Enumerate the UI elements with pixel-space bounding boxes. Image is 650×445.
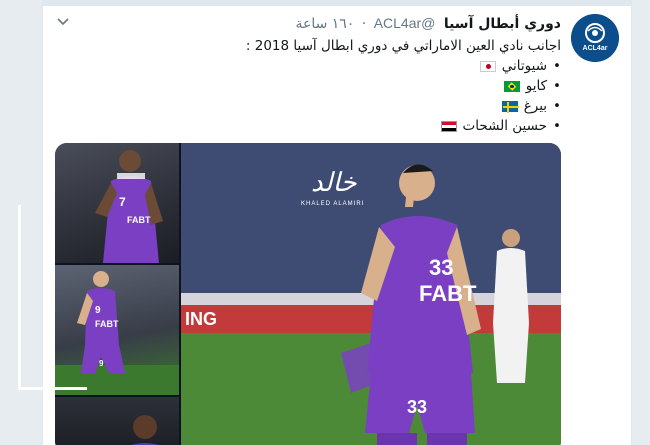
thumbnail-player-portrait xyxy=(55,397,179,445)
sponsor-logo: FABT xyxy=(95,319,119,329)
sponsor-logo: FABT xyxy=(419,281,477,306)
jersey-number: 33 xyxy=(429,255,454,280)
tweet-header: دوري أبطال آسيا @ACL4ar · ١٦٠ ساعة xyxy=(295,12,561,34)
player-figure-icon xyxy=(131,415,159,445)
jersey-number: 7 xyxy=(119,195,126,209)
timeline-divider xyxy=(43,0,631,6)
tweet-text: اجانب نادي العين الاماراتي في دوري ابطال… xyxy=(111,36,561,136)
tweet-intro: اجانب نادي العين الاماراتي في دوري ابطال… xyxy=(111,36,561,56)
player-name: شيوتاني xyxy=(501,58,548,74)
intro-text: اجانب نادي العين الاماراتي في دوري ابطال… xyxy=(245,38,561,54)
player-name: بيرغ xyxy=(523,98,548,114)
player-name: كايو xyxy=(525,78,548,94)
brazil-flag-icon xyxy=(503,80,520,92)
sweden-flag-icon xyxy=(501,100,519,113)
acl-logo-icon xyxy=(571,14,619,62)
player-line: • حسين الشحات xyxy=(111,116,561,136)
svg-text:خالد: خالد xyxy=(311,168,357,198)
stadium-scene-icon: خالد xyxy=(181,143,561,445)
avatar-label: ACL4ar xyxy=(582,45,608,52)
photographer-watermark: KHALED ALAMIRI xyxy=(301,201,365,207)
jersey-number: 9 xyxy=(95,305,101,316)
shorts-number: 33 xyxy=(407,397,428,417)
japan-flag-icon xyxy=(479,60,496,72)
stadium-banner-text: ING xyxy=(185,309,218,329)
bullet: • xyxy=(553,78,561,94)
bullet: • xyxy=(553,98,561,114)
avatar[interactable]: ACL4ar xyxy=(571,14,619,62)
player-line: • بيرغ xyxy=(111,96,561,116)
sponsor-logo: FABT xyxy=(127,215,151,225)
bullet: • xyxy=(553,118,561,134)
tweet-timestamp[interactable]: ١٦٠ ساعة xyxy=(295,16,354,32)
user-handle[interactable]: @ACL4ar xyxy=(374,15,436,31)
main-player-photo: خالد KHALED ALAMIRI 33 FABT 33 ING xyxy=(181,143,561,445)
tweet-card[interactable]: ACL4ar دوري أبطال آسيا @ACL4ar · ١٦٠ ساع… xyxy=(42,0,632,445)
egypt-flag-icon xyxy=(440,120,457,132)
selection-overlay xyxy=(18,205,87,390)
shorts-number: 9 xyxy=(99,359,104,368)
player-name: حسين الشحات xyxy=(462,118,548,134)
player-line: • شيوتاني xyxy=(111,56,561,76)
chevron-down-icon[interactable] xyxy=(55,14,71,30)
separator-dot: · xyxy=(361,16,367,32)
display-name[interactable]: دوري أبطال آسيا xyxy=(444,16,561,32)
player-line: • كايو xyxy=(111,76,561,96)
tweet-media-image[interactable]: 7 FABT 9 FABT 9 خالد KHALED ALAMIRI 33 F… xyxy=(55,143,561,445)
bullet: • xyxy=(553,58,561,74)
